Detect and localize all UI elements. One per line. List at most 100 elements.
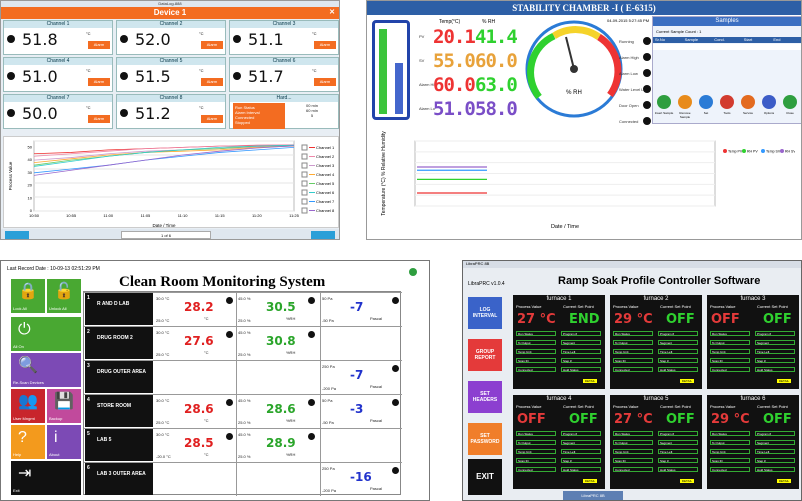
knob-icon[interactable] xyxy=(392,399,399,406)
side-button[interactable]: 🔓 Unlock All xyxy=(47,279,81,313)
samples-row[interactable] xyxy=(653,44,801,50)
side-button[interactable]: GROUP REPORT xyxy=(468,339,502,371)
alarm-button[interactable]: Alarm xyxy=(314,41,336,49)
page-title: Clean Room Monitoring System xyxy=(119,274,326,290)
side-button[interactable]: EXIT xyxy=(468,459,502,495)
tool-icon[interactable] xyxy=(678,95,692,109)
program-row: Program # xyxy=(561,331,601,336)
legend-checkbox[interactable] xyxy=(301,153,308,160)
legend-checkbox[interactable] xyxy=(301,189,308,196)
room-label[interactable]: 5 LAB 5 xyxy=(85,429,153,461)
taskbar-item[interactable]: LibraPRC 8B xyxy=(563,491,623,500)
legend-checkbox[interactable] xyxy=(301,171,308,178)
knob-icon[interactable] xyxy=(308,331,315,338)
alarm-button[interactable]: Alarm xyxy=(201,41,223,49)
knob-icon[interactable] xyxy=(308,399,315,406)
tool-icon[interactable] xyxy=(783,95,797,109)
alarm-button[interactable]: Alarm xyxy=(314,78,336,86)
furnace-name: furnace 1 xyxy=(546,296,572,302)
knob-icon[interactable] xyxy=(392,297,399,304)
tool-icon[interactable] xyxy=(720,95,734,109)
datalog-window: DataLog-888 Device 1 ✕ Channel 1 51.8 °C Al… xyxy=(0,0,340,240)
y-axis-label: Process Value xyxy=(8,161,13,190)
side-button[interactable]: 👥 User Mngmt xyxy=(11,389,45,423)
tool-icon[interactable] xyxy=(762,95,776,109)
status-card: Hard... Run Status Alarm Interval Connected… xyxy=(229,94,339,129)
room-name: LAB 5 xyxy=(97,437,112,443)
detail-button[interactable]: DETAIL xyxy=(583,479,597,483)
knob-icon[interactable] xyxy=(308,297,315,304)
legend-checkbox[interactable] xyxy=(301,207,308,214)
room-label[interactable]: 2 DRUG ROOM 2 xyxy=(85,327,153,359)
knob-icon[interactable] xyxy=(7,109,15,117)
low-limit: 25.0 °C xyxy=(156,420,170,425)
reading-unit: Pascal xyxy=(370,316,383,321)
room-label[interactable]: 4 STORE ROOM xyxy=(85,395,153,427)
alarm-button[interactable]: Alarm xyxy=(88,41,110,49)
knob-icon[interactable] xyxy=(7,35,15,43)
prev-page-button[interactable] xyxy=(5,231,29,239)
tool-icon[interactable] xyxy=(657,95,671,109)
tool-icon[interactable] xyxy=(741,95,755,109)
process-value: OFF xyxy=(517,412,546,427)
knob-icon[interactable] xyxy=(308,433,315,440)
alarm-button[interactable]: Alarm xyxy=(88,115,110,123)
channel-card: Channel 6 51.7 °C Alarm xyxy=(229,57,339,92)
legend-label: Channel 7 xyxy=(316,199,335,204)
detail-button[interactable]: DETAIL xyxy=(583,379,597,383)
legend-checkbox[interactable] xyxy=(301,162,308,169)
legend-checkbox[interactable] xyxy=(301,198,308,205)
knob-icon[interactable] xyxy=(392,365,399,372)
side-button[interactable]: ⇥ Exit xyxy=(11,461,81,495)
knob-icon[interactable] xyxy=(7,72,15,80)
side-button[interactable]: i About xyxy=(47,425,81,459)
y-axis-label: Temperature (°C) % Relative Humidity xyxy=(381,131,387,216)
side-button[interactable]: SET HEADERS xyxy=(468,381,502,413)
knob-icon[interactable] xyxy=(120,109,128,117)
knob-icon[interactable] xyxy=(233,72,241,80)
room-label[interactable]: 3 DRUG OUTER AREA xyxy=(85,361,153,393)
knob-icon[interactable] xyxy=(226,331,233,338)
alarm-button[interactable]: Alarm xyxy=(88,78,110,86)
legend-checkbox[interactable] xyxy=(301,180,308,187)
detail-button[interactable]: DETAIL xyxy=(777,479,791,483)
legend-swatch[interactable] xyxy=(742,149,746,153)
legend-checkbox[interactable] xyxy=(301,144,308,151)
close-icon[interactable]: ✕ xyxy=(329,7,335,19)
knob-icon[interactable] xyxy=(226,399,233,406)
x-tick-label: 11:25 xyxy=(289,213,299,218)
x-axis-label: Date / Time xyxy=(152,223,176,228)
knob-icon[interactable] xyxy=(392,467,399,474)
row-label: PV xyxy=(419,34,425,39)
status-indicator-icon xyxy=(643,117,651,125)
legend-swatch[interactable] xyxy=(780,149,784,153)
knob-icon[interactable] xyxy=(233,35,241,43)
side-button[interactable]: LOG INTERVAL xyxy=(468,297,502,329)
detail-button[interactable]: DETAIL xyxy=(777,379,791,383)
status-row: Scan ID xyxy=(613,358,653,363)
channel-unit: °C xyxy=(199,68,204,73)
knob-icon[interactable] xyxy=(120,72,128,80)
status-row: Run Status xyxy=(710,431,750,436)
side-button[interactable]: 💾 Backup xyxy=(47,389,81,423)
side-button[interactable]: ? Help xyxy=(11,425,45,459)
legend-swatch[interactable] xyxy=(723,149,727,153)
side-button[interactable]: ⏻ All On xyxy=(11,317,81,351)
room-label[interactable]: 1 R AND D LAB xyxy=(85,293,153,325)
side-button[interactable]: 🔍 Re-Scan Devices xyxy=(11,353,81,387)
knob-icon[interactable] xyxy=(226,297,233,304)
tool-icon[interactable] xyxy=(699,95,713,109)
detail-button[interactable]: DETAIL xyxy=(680,479,694,483)
alarm-button[interactable]: Alarm xyxy=(201,78,223,86)
alarm-button[interactable]: Alarm xyxy=(201,115,223,123)
legend-swatch[interactable] xyxy=(761,149,765,153)
side-button[interactable]: SET PASSWORD xyxy=(468,423,502,455)
side-button[interactable]: 🔒 Lock All xyxy=(11,279,45,313)
room-label[interactable]: 6 LAB 3 OUTER AREA xyxy=(85,463,153,495)
detail-button[interactable]: DETAIL xyxy=(680,379,694,383)
program-row: Step # xyxy=(561,358,601,363)
knob-icon[interactable] xyxy=(120,35,128,43)
channel-card: Channel 8 51.2 °C Alarm xyxy=(116,94,226,129)
next-page-button[interactable] xyxy=(311,231,335,239)
knob-icon[interactable] xyxy=(226,433,233,440)
